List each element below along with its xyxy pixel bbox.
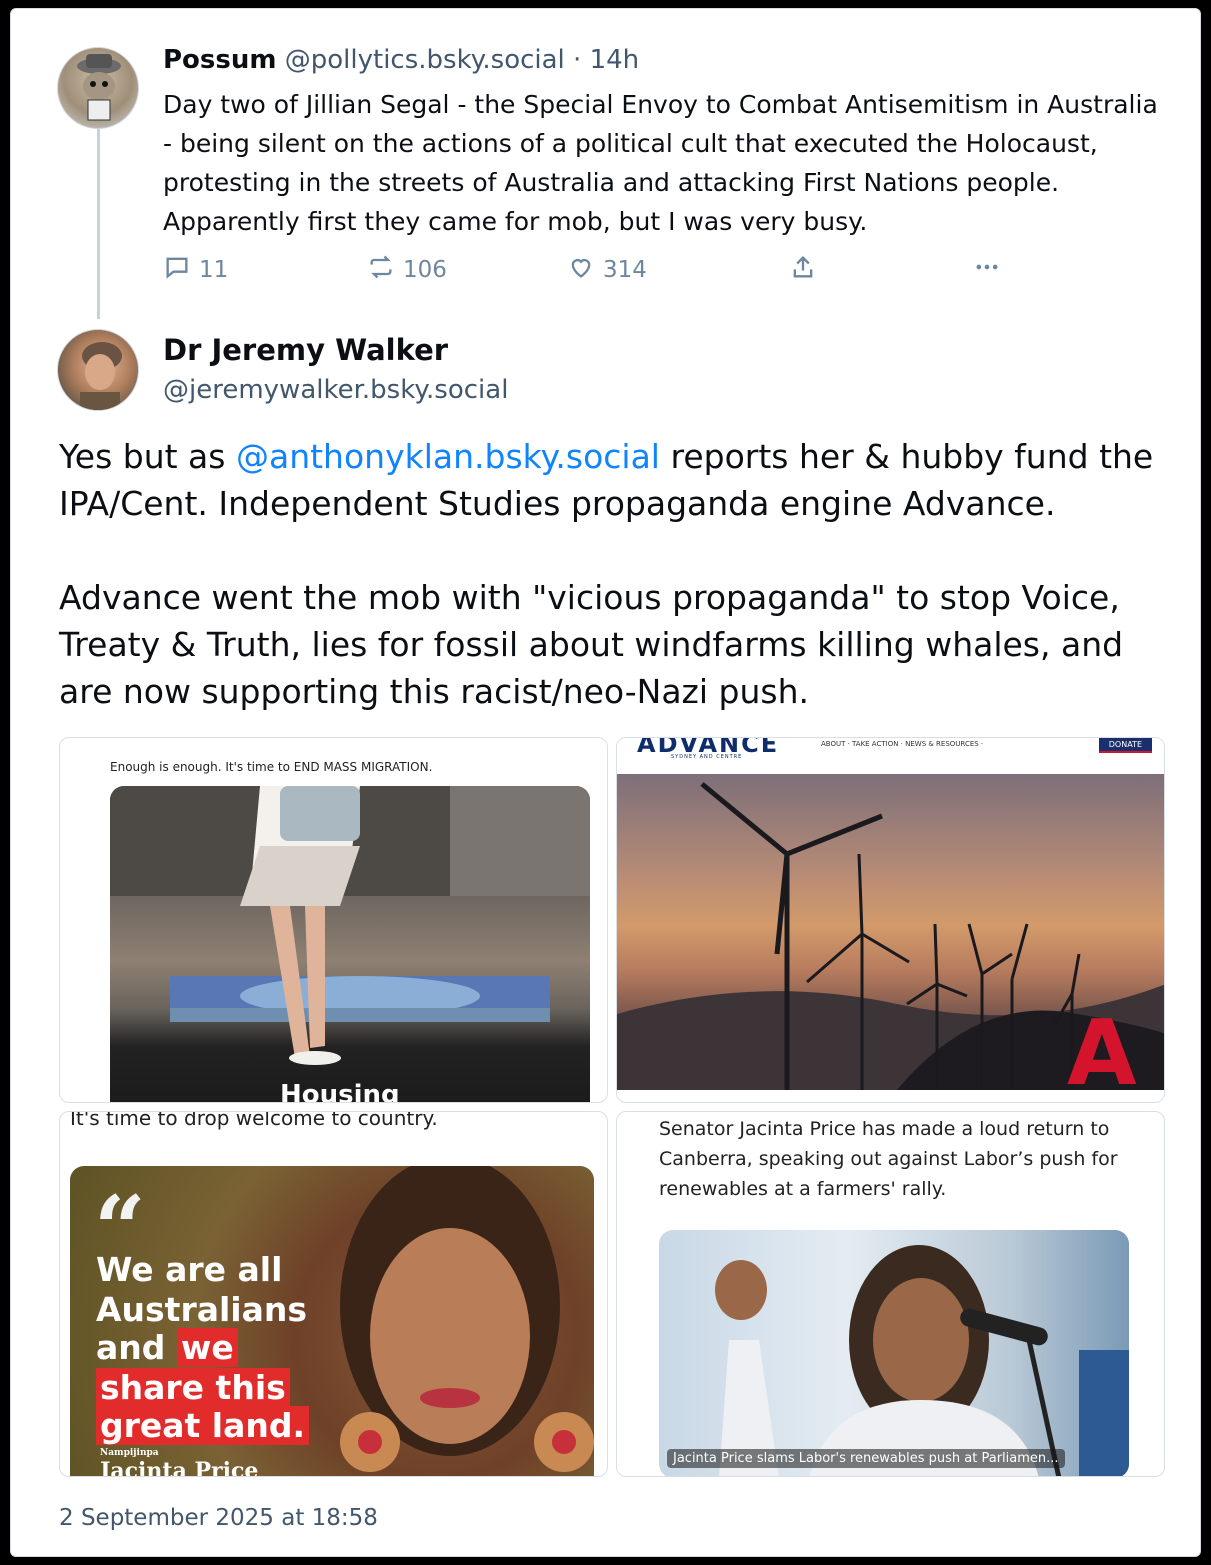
reply-button[interactable]: 11 (163, 253, 228, 287)
website-nav: ABOUT · TAKE ACTION · NEWS & RESOURCES · (821, 740, 984, 748)
image-tile-4[interactable]: Senator Jacinta Price has made a loud re… (616, 1111, 1165, 1477)
website-header: ADVANCE SYDNEY AND CENTRE ABOUT · TAKE A… (617, 738, 1164, 772)
post-thread-card: Possum @pollytics.bsky.social · 14h Day … (10, 8, 1201, 1557)
image-caption: Senator Jacinta Price has made a loud re… (659, 1118, 1118, 1200)
signature: Nampijinpa Jacinta Price (100, 1448, 259, 1477)
repost-icon (367, 253, 395, 287)
image-overlay-text: Housing (280, 1080, 400, 1103)
mention-link[interactable]: @anthonyklan.bsky.social (236, 437, 660, 476)
like-count: 314 (603, 257, 647, 283)
author-name[interactable]: Dr Jeremy Walker (163, 333, 448, 367)
parent-post-text: Day two of Jillian Segal - the Special E… (163, 90, 1158, 236)
quote-highlight: share this (96, 1368, 290, 1407)
thread-connector-line (97, 129, 100, 319)
avatar[interactable] (57, 47, 139, 129)
quote-line: great land. (96, 1406, 310, 1445)
image-caption: Enough is enough. It's time to END MASS … (110, 760, 433, 774)
parent-post[interactable]: Possum @pollytics.bsky.social · 14h Day … (11, 9, 1200, 329)
parent-post-header: Possum @pollytics.bsky.social · 14h (163, 45, 639, 75)
quote-line: and we (96, 1328, 238, 1367)
like-icon (567, 253, 595, 287)
reply-post-text: Yes but as @anthonyklan.bsky.social repo… (59, 433, 1179, 715)
street-photo: Housing (110, 786, 590, 1103)
repost-count: 106 (403, 257, 447, 283)
image-gallery: Enough is enough. It's time to END MASS … (59, 737, 1165, 1477)
repost-button[interactable]: 106 (367, 253, 447, 287)
image-tile-2[interactable]: ADVANCE SYDNEY AND CENTRE ABOUT · TAKE A… (616, 737, 1165, 1103)
quote-highlight: great land. (96, 1406, 310, 1445)
reply-icon (163, 253, 191, 287)
portrait-quote-graphic: “ We are all Australians and we share th… (70, 1166, 594, 1477)
quote-highlight: we (176, 1328, 238, 1367)
wind-turbine-photo: A (617, 774, 1164, 1102)
rally-speech-photo: Jacinta Price slams Labor's renewables p… (659, 1230, 1129, 1476)
parent-post-actions: 11 106 314 (163, 253, 1023, 287)
more-icon (973, 253, 1001, 287)
separator: · (573, 45, 582, 75)
signature-name: Jacinta Price (100, 1458, 259, 1477)
like-button[interactable]: 314 (567, 253, 647, 287)
quote-line: share this (96, 1368, 290, 1407)
advance-logo-mark: A (1067, 1001, 1137, 1090)
signature-small: Nampijinpa (100, 1448, 159, 1458)
quote-word: and (96, 1328, 166, 1367)
quote-line: Australians (96, 1290, 308, 1329)
share-button[interactable] (789, 253, 817, 287)
video-title-overlay: Jacinta Price slams Labor's renewables p… (667, 1449, 1065, 1468)
quote-line: We are all (96, 1250, 283, 1289)
image-tile-3[interactable]: It's time to drop welcome to country. “ … (59, 1111, 608, 1477)
avatar[interactable] (57, 329, 139, 411)
post-text-part: Yes but as (59, 437, 236, 476)
post-timestamp[interactable]: 2 September 2025 at 18:58 (59, 1505, 378, 1531)
author-handle[interactable]: @jeremywalker.bsky.social (163, 375, 508, 405)
more-options-button[interactable] (973, 253, 1001, 287)
post-age[interactable]: 14h (590, 45, 640, 75)
reply-count: 11 (199, 257, 229, 283)
donate-button: DONATE (1098, 738, 1152, 753)
post-text-part: reports her & hubby fund the IPA/Cent. I… (59, 437, 1154, 711)
share-icon (789, 253, 817, 287)
image-tile-1[interactable]: Enough is enough. It's time to END MASS … (59, 737, 608, 1103)
brand-subtitle: SYDNEY AND CENTRE (671, 754, 743, 760)
author-handle[interactable]: @pollytics.bsky.social (285, 45, 565, 75)
image-caption: It's time to drop welcome to country. (70, 1111, 438, 1130)
author-name[interactable]: Possum (163, 45, 276, 75)
